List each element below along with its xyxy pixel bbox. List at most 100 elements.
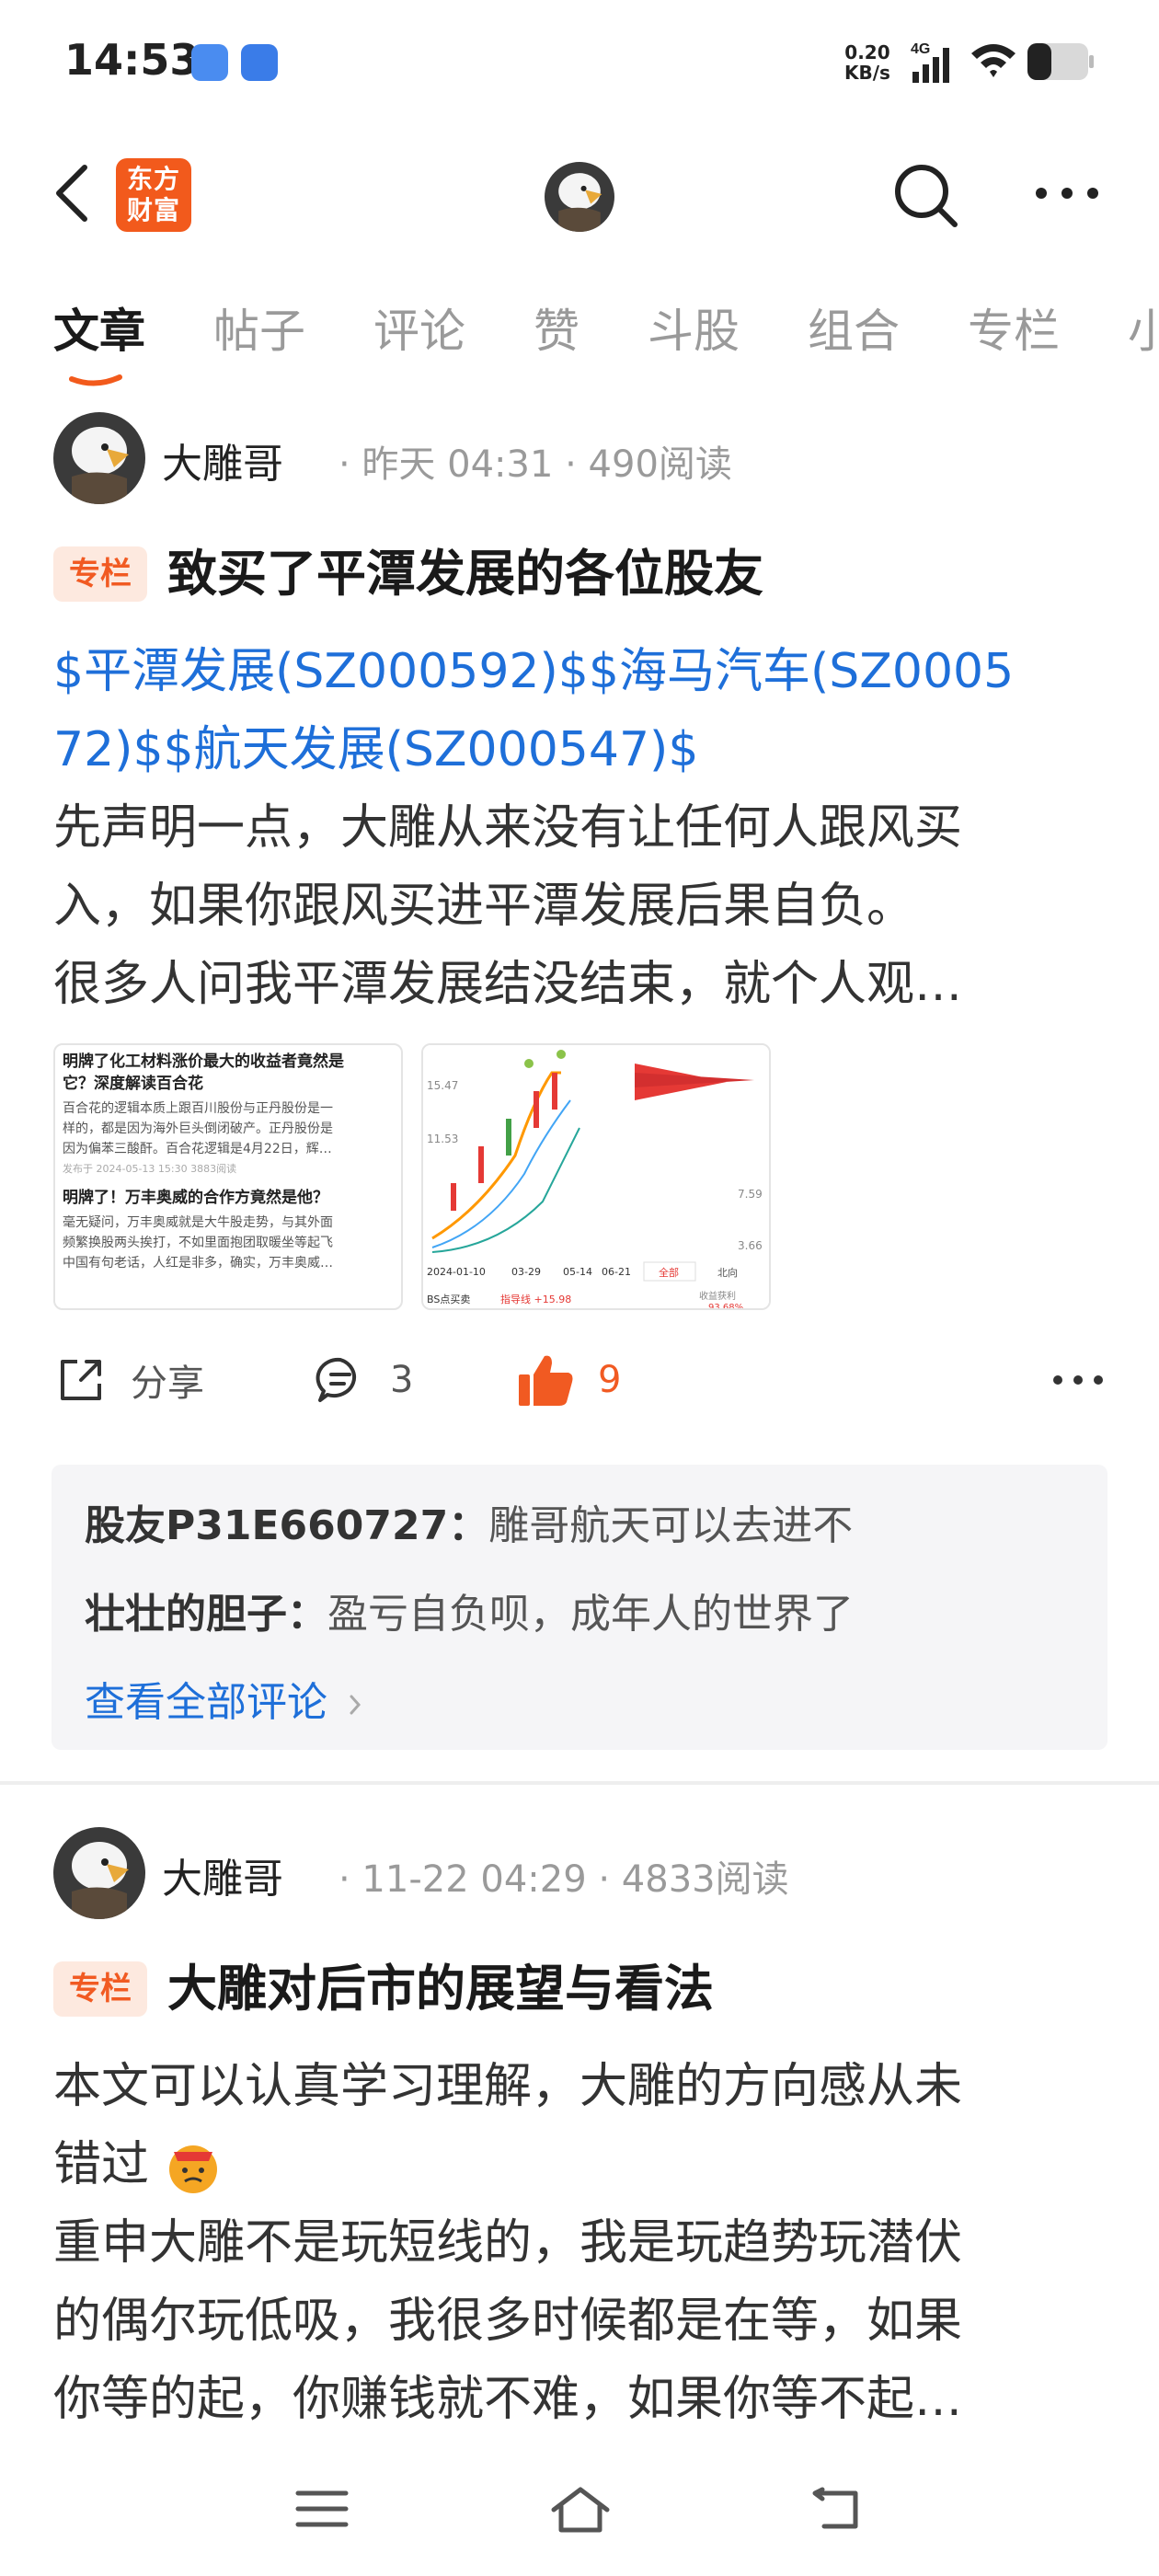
article-card[interactable]: 大雕哥 · 11-22 04:29 · 4833阅读 专栏 大雕对后市的展望与看… — [0, 1827, 1159, 2447]
body-line: 错过 — [53, 2126, 1111, 2204]
tab-likes[interactable]: 赞 — [534, 294, 580, 361]
comment-item[interactable]: 股友P31E660727：雕哥航天可以去进不 — [85, 1492, 853, 1551]
article-title[interactable]: 致买了平潭发展的各位股友 — [167, 539, 763, 609]
tab-portfolio[interactable]: 组合 — [808, 294, 900, 361]
author-name[interactable]: 大雕哥 — [162, 1846, 283, 1904]
view-all-label: 查看全部评论 — [85, 1679, 327, 1726]
comment-item[interactable]: 壮壮的胆子：盈亏自负呗，成年人的世界了 — [85, 1581, 854, 1639]
body-line: 先声明一点，大雕从来没有让任何人跟风买 — [53, 800, 963, 856]
chart-footer-value: 93.68% — [708, 1303, 743, 1310]
chart-footer-label: 指导线 +15.98 — [500, 1293, 571, 1305]
tab-bar: 文章 帖子 评论 赞 斗股 组合 专栏 小 — [0, 294, 1159, 386]
thumb-title-line: 它？深度解读百合花 — [63, 1075, 203, 1093]
thumbnail-stock-chart[interactable]: 15.47 11.53 7.59 3.66 2024-01-10 03-29 0… — [421, 1043, 771, 1310]
thumbnail-article-preview[interactable]: 明牌了化工材料涨价最大的收益者竟然是 它？深度解读百合花 百合花的逻辑本质上跟百… — [53, 1043, 403, 1310]
body-line: 入，如果你跟风买进平潭发展后果自负。 — [53, 879, 915, 934]
thumb-text: 毫无疑问，万丰奥威就是大牛股走势，与其外面 频繁换股两头挨打，不如里面抱团取暖坐… — [55, 1209, 401, 1273]
body-line: 的偶尔玩低吸，我很多时候都是在等，如果 — [53, 2294, 963, 2349]
tab-more[interactable]: 小 — [1128, 294, 1159, 361]
angry-face-emoji-icon — [168, 2145, 217, 2193]
thumb-text-line: 样的，都是因为海外巨头倒闭破产。正丹股份是 — [63, 1121, 333, 1136]
network-type: 4G — [911, 41, 930, 57]
search-icon[interactable] — [889, 158, 962, 232]
price-label: 3.66 — [738, 1239, 763, 1252]
author-avatar[interactable] — [53, 412, 145, 504]
back-nav-icon[interactable] — [809, 2486, 865, 2532]
article-card[interactable]: 大雕哥 · 昨天 04:31 · 490阅读 专栏 致买了平潭发展的各位股友 $… — [0, 412, 1159, 1783]
body-line: 你等的起，你赚钱就不难，如果你等不起… — [53, 2372, 963, 2427]
home-icon[interactable] — [548, 2484, 613, 2536]
author-row: 大雕哥 · 昨天 04:31 · 490阅读 — [53, 412, 1111, 504]
share-icon — [61, 1360, 101, 1400]
more-horizontal-icon[interactable] — [1050, 1371, 1106, 1389]
author-avatar[interactable] — [53, 1827, 145, 1919]
price-label: 15.47 — [427, 1079, 458, 1092]
comment-user[interactable]: 股友P31E660727： — [85, 1502, 488, 1549]
view-all-comments-link[interactable]: 查看全部评论 — [85, 1669, 364, 1728]
chart-footer-label: 收益获利 — [699, 1290, 736, 1302]
price-label: 11.53 — [427, 1133, 458, 1145]
article-body[interactable]: 本文可以认真学习理解，大雕的方向感从未 错过 重申大雕不是玩短线的，我是玩趋势玩… — [53, 2048, 1111, 2439]
tab-comments[interactable]: 评论 — [373, 294, 465, 361]
wifi-icon — [971, 44, 1016, 77]
body-line: 重申大雕不是玩短线的，我是玩趋势玩潜伏 — [53, 2215, 963, 2271]
thumbs-up-icon — [519, 1355, 573, 1406]
chart-footer-label: BS点买卖 — [427, 1294, 470, 1305]
thumb-title: 明牌了！万丰奥威的合作方竟然是他？ — [63, 1189, 328, 1207]
stock-links-line2[interactable]: 72)$$航天发展(SZ000547)$ — [53, 711, 1111, 789]
chevron-left-icon[interactable] — [46, 158, 101, 228]
column-badge: 专栏 — [53, 1961, 147, 2017]
comment-user[interactable]: 壮壮的胆子： — [85, 1591, 327, 1638]
body-line-text: 错过 — [53, 2137, 150, 2192]
system-nav-bar — [0, 2447, 1159, 2576]
thumb-text-line: 百合花的逻辑本质上跟百川股份与正丹股份是一 — [63, 1101, 333, 1116]
article-actions: 分享 3 9 — [53, 1343, 1111, 1417]
tab-column[interactable]: 专栏 — [968, 294, 1060, 361]
tab-stock-battle[interactable]: 斗股 — [648, 294, 740, 361]
thumb-text-line: 因为偏苯三酸酐。百合花逻辑是4月22日，辉… — [63, 1142, 332, 1156]
brand-logo-line2: 财富 — [126, 195, 180, 225]
battery-icon — [1027, 43, 1094, 80]
thumb-text-line: 毫无疑问，万丰奥威就是大牛股走势，与其外面 — [63, 1215, 333, 1230]
network-speed-unit: KB/s — [844, 62, 890, 84]
thumb-text-line: 中国有句老话，人红是非多，确实，万丰奥威… — [63, 1256, 333, 1271]
image-thumbnails: 明牌了化工材料涨价最大的收益者竟然是 它？深度解读百合花 百合花的逻辑本质上跟百… — [53, 1043, 789, 1310]
stock-links-line1[interactable]: $平潭发展(SZ000592)$$海马汽车(SZ0005 — [53, 633, 1111, 711]
article-meta: · 11-22 04:29 · 4833阅读 — [339, 1858, 789, 1901]
tab-posts[interactable]: 帖子 — [213, 294, 305, 361]
notification-calendar-icon — [241, 44, 278, 81]
author-name[interactable]: 大雕哥 — [162, 431, 283, 489]
menu-icon[interactable] — [294, 2486, 350, 2532]
status-bar: 14:53 0.20 KB/s 4G — [0, 0, 1159, 129]
thumb-title-line: 明牌了化工材料涨价最大的收益者竟然是 — [63, 1052, 344, 1071]
comment-preview[interactable]: 股友P31E660727：雕哥航天可以去进不 壮壮的胆子：盈亏自负呗，成年人的世… — [52, 1465, 1107, 1750]
tab-articles[interactable]: 文章 — [53, 294, 145, 361]
brand-logo[interactable]: 东方 财富 — [116, 158, 191, 232]
brand-logo-line1: 东方 — [126, 164, 180, 194]
author-row: 大雕哥 · 11-22 04:29 · 4833阅读 — [53, 1827, 1111, 1919]
share-button[interactable]: 分享 — [53, 1352, 204, 1408]
chart-date-label: 06-21 — [602, 1266, 631, 1278]
title-row: 专栏 致买了平潭发展的各位股友 — [53, 539, 1111, 609]
body-line: 本文可以认真学习理解，大雕的方向感从未 — [53, 2059, 963, 2114]
eagle-avatar[interactable] — [545, 162, 614, 232]
thumb-title: 明牌了化工材料涨价最大的收益者竟然是 它？深度解读百合花 — [55, 1045, 401, 1095]
thumb-date: 发布于 2024-05-13 15:30 3883阅读 — [63, 1163, 237, 1175]
chart-date-label: 03-29 — [511, 1266, 541, 1278]
comment-count: 3 — [390, 1359, 414, 1401]
chart-tab-north: 北向 — [717, 1266, 738, 1279]
share-label: 分享 — [131, 1363, 204, 1405]
more-horizontal-icon[interactable] — [1030, 175, 1104, 212]
chart-tab-all: 全部 — [659, 1266, 679, 1279]
chevron-right-icon — [350, 1695, 361, 1715]
like-button[interactable]: 9 — [517, 1352, 621, 1408]
title-row: 专栏 大雕对后市的展望与看法 — [53, 1954, 1111, 2024]
article-title[interactable]: 大雕对后市的展望与看法 — [167, 1954, 714, 2024]
thumb-text: 百合花的逻辑本质上跟百川股份与正丹股份是一 样的，都是因为海外巨头倒闭破产。正丹… — [55, 1095, 401, 1159]
article-body[interactable]: $平潭发展(SZ000592)$$海马汽车(SZ0005 72)$$航天发展(S… — [53, 633, 1111, 1024]
article-meta: · 昨天 04:31 · 490阅读 — [339, 443, 732, 486]
signal-icon: 4G — [911, 41, 949, 83]
comment-icon — [316, 1357, 357, 1402]
comment-button[interactable]: 3 — [313, 1352, 413, 1408]
stock-chart-image: 15.47 11.53 7.59 3.66 2024-01-10 03-29 0… — [423, 1045, 769, 1310]
